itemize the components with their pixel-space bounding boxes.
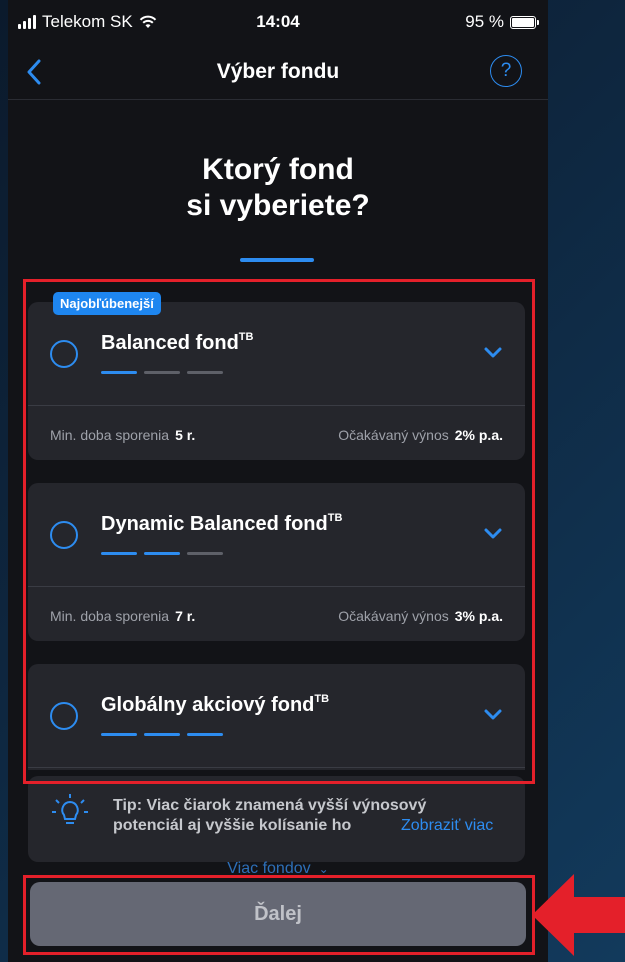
divider bbox=[28, 586, 525, 587]
risk-dash bbox=[101, 371, 137, 374]
risk-dash bbox=[144, 371, 180, 374]
min-value: 7 r. bbox=[175, 608, 196, 624]
next-button[interactable]: Ďalej bbox=[30, 882, 526, 946]
most-popular-badge: Najobľúbenejší bbox=[53, 292, 161, 315]
chevron-down-icon[interactable] bbox=[483, 708, 503, 722]
lightbulb-icon bbox=[52, 794, 88, 824]
tip-line-1: Tip: Viac čiarok znamená vyšší výnosový bbox=[113, 797, 427, 814]
fund-name-text: Balanced fond bbox=[101, 332, 239, 354]
fund-name-sup: TB bbox=[314, 693, 330, 706]
risk-dash bbox=[101, 552, 137, 555]
more-funds-button[interactable]: Viac fondov ⌄ bbox=[8, 860, 548, 878]
min-saving-period: Min. doba sporenia 5 r. bbox=[50, 427, 195, 443]
fund-name-text: Dynamic Balanced fond bbox=[101, 513, 328, 535]
fund-name: Globálny akciový fondTB bbox=[101, 693, 330, 717]
min-value: 5 r. bbox=[175, 427, 196, 443]
chevron-down-icon[interactable] bbox=[483, 527, 503, 541]
risk-dash bbox=[144, 733, 180, 736]
show-more-link[interactable]: Zobraziť viac bbox=[398, 816, 494, 836]
min-saving-period: Min. doba sporenia 7 r. bbox=[50, 608, 195, 624]
page-title: Výber fondu bbox=[216, 60, 340, 83]
fund-radio[interactable] bbox=[50, 340, 78, 368]
min-label: Min. doba sporenia bbox=[50, 608, 170, 624]
tip-box: Tip: Viac čiarok znamená vyšší výnosový … bbox=[28, 776, 525, 862]
fund-name: Dynamic Balanced fondTB bbox=[101, 512, 343, 536]
yield-value: 2% p.a. bbox=[454, 427, 503, 443]
more-funds-label: Viac fondov bbox=[227, 860, 311, 877]
battery-percent: 95 % bbox=[465, 12, 504, 31]
min-label: Min. doba sporenia bbox=[50, 427, 170, 443]
risk-indicator bbox=[101, 552, 223, 555]
fund-name-sup: TB bbox=[238, 331, 254, 344]
fund-card-global-equity[interactable]: Globálny akciový fondTB bbox=[28, 664, 525, 770]
status-right: 95 % bbox=[465, 12, 539, 32]
status-bar: Telekom SK 14:04 95 % bbox=[8, 0, 548, 44]
yield-label: Očakávaný výnos bbox=[338, 427, 449, 443]
heading-line-1: Ktorý fond bbox=[202, 153, 354, 186]
help-button[interactable]: ? bbox=[490, 55, 522, 87]
chevron-down-icon: ⌄ bbox=[318, 862, 329, 876]
expected-yield: Očakávaný výnos 3% p.a. bbox=[338, 608, 503, 624]
question-heading: Ktorý fond si vyberiete? bbox=[8, 152, 548, 224]
risk-indicator bbox=[101, 733, 223, 736]
divider bbox=[28, 405, 525, 406]
fund-card-dynamic-balanced[interactable]: Dynamic Balanced fondTB Min. doba sporen… bbox=[28, 483, 525, 641]
pointer-arrow-icon bbox=[532, 874, 625, 956]
risk-dash bbox=[101, 733, 137, 736]
risk-dash bbox=[187, 733, 223, 736]
battery-icon bbox=[510, 15, 539, 29]
risk-dash bbox=[187, 552, 223, 555]
fund-radio[interactable] bbox=[50, 702, 78, 730]
risk-indicator bbox=[101, 371, 223, 374]
question-mark-icon: ? bbox=[500, 60, 512, 81]
fund-name-sup: TB bbox=[327, 512, 343, 525]
fund-name: Balanced fondTB bbox=[101, 331, 254, 355]
heading-line-2: si vyberiete? bbox=[186, 189, 370, 222]
heading-underline bbox=[240, 258, 314, 262]
expected-yield: Očakávaný výnos 2% p.a. bbox=[338, 427, 503, 443]
nav-bar: Výber fondu ? bbox=[8, 44, 548, 100]
risk-dash bbox=[144, 552, 180, 555]
divider bbox=[28, 767, 525, 768]
risk-dash bbox=[187, 371, 223, 374]
yield-value: 3% p.a. bbox=[454, 608, 503, 624]
phone-screen: Telekom SK 14:04 95 % Výber fondu ? Ktor… bbox=[8, 0, 548, 962]
chevron-down-icon[interactable] bbox=[483, 346, 503, 360]
fund-name-text: Globálny akciový fond bbox=[101, 694, 315, 716]
fund-card-balanced[interactable]: Balanced fondTB Min. doba sporenia 5 r. O… bbox=[28, 302, 525, 460]
yield-label: Očakávaný výnos bbox=[338, 608, 449, 624]
fund-radio[interactable] bbox=[50, 521, 78, 549]
